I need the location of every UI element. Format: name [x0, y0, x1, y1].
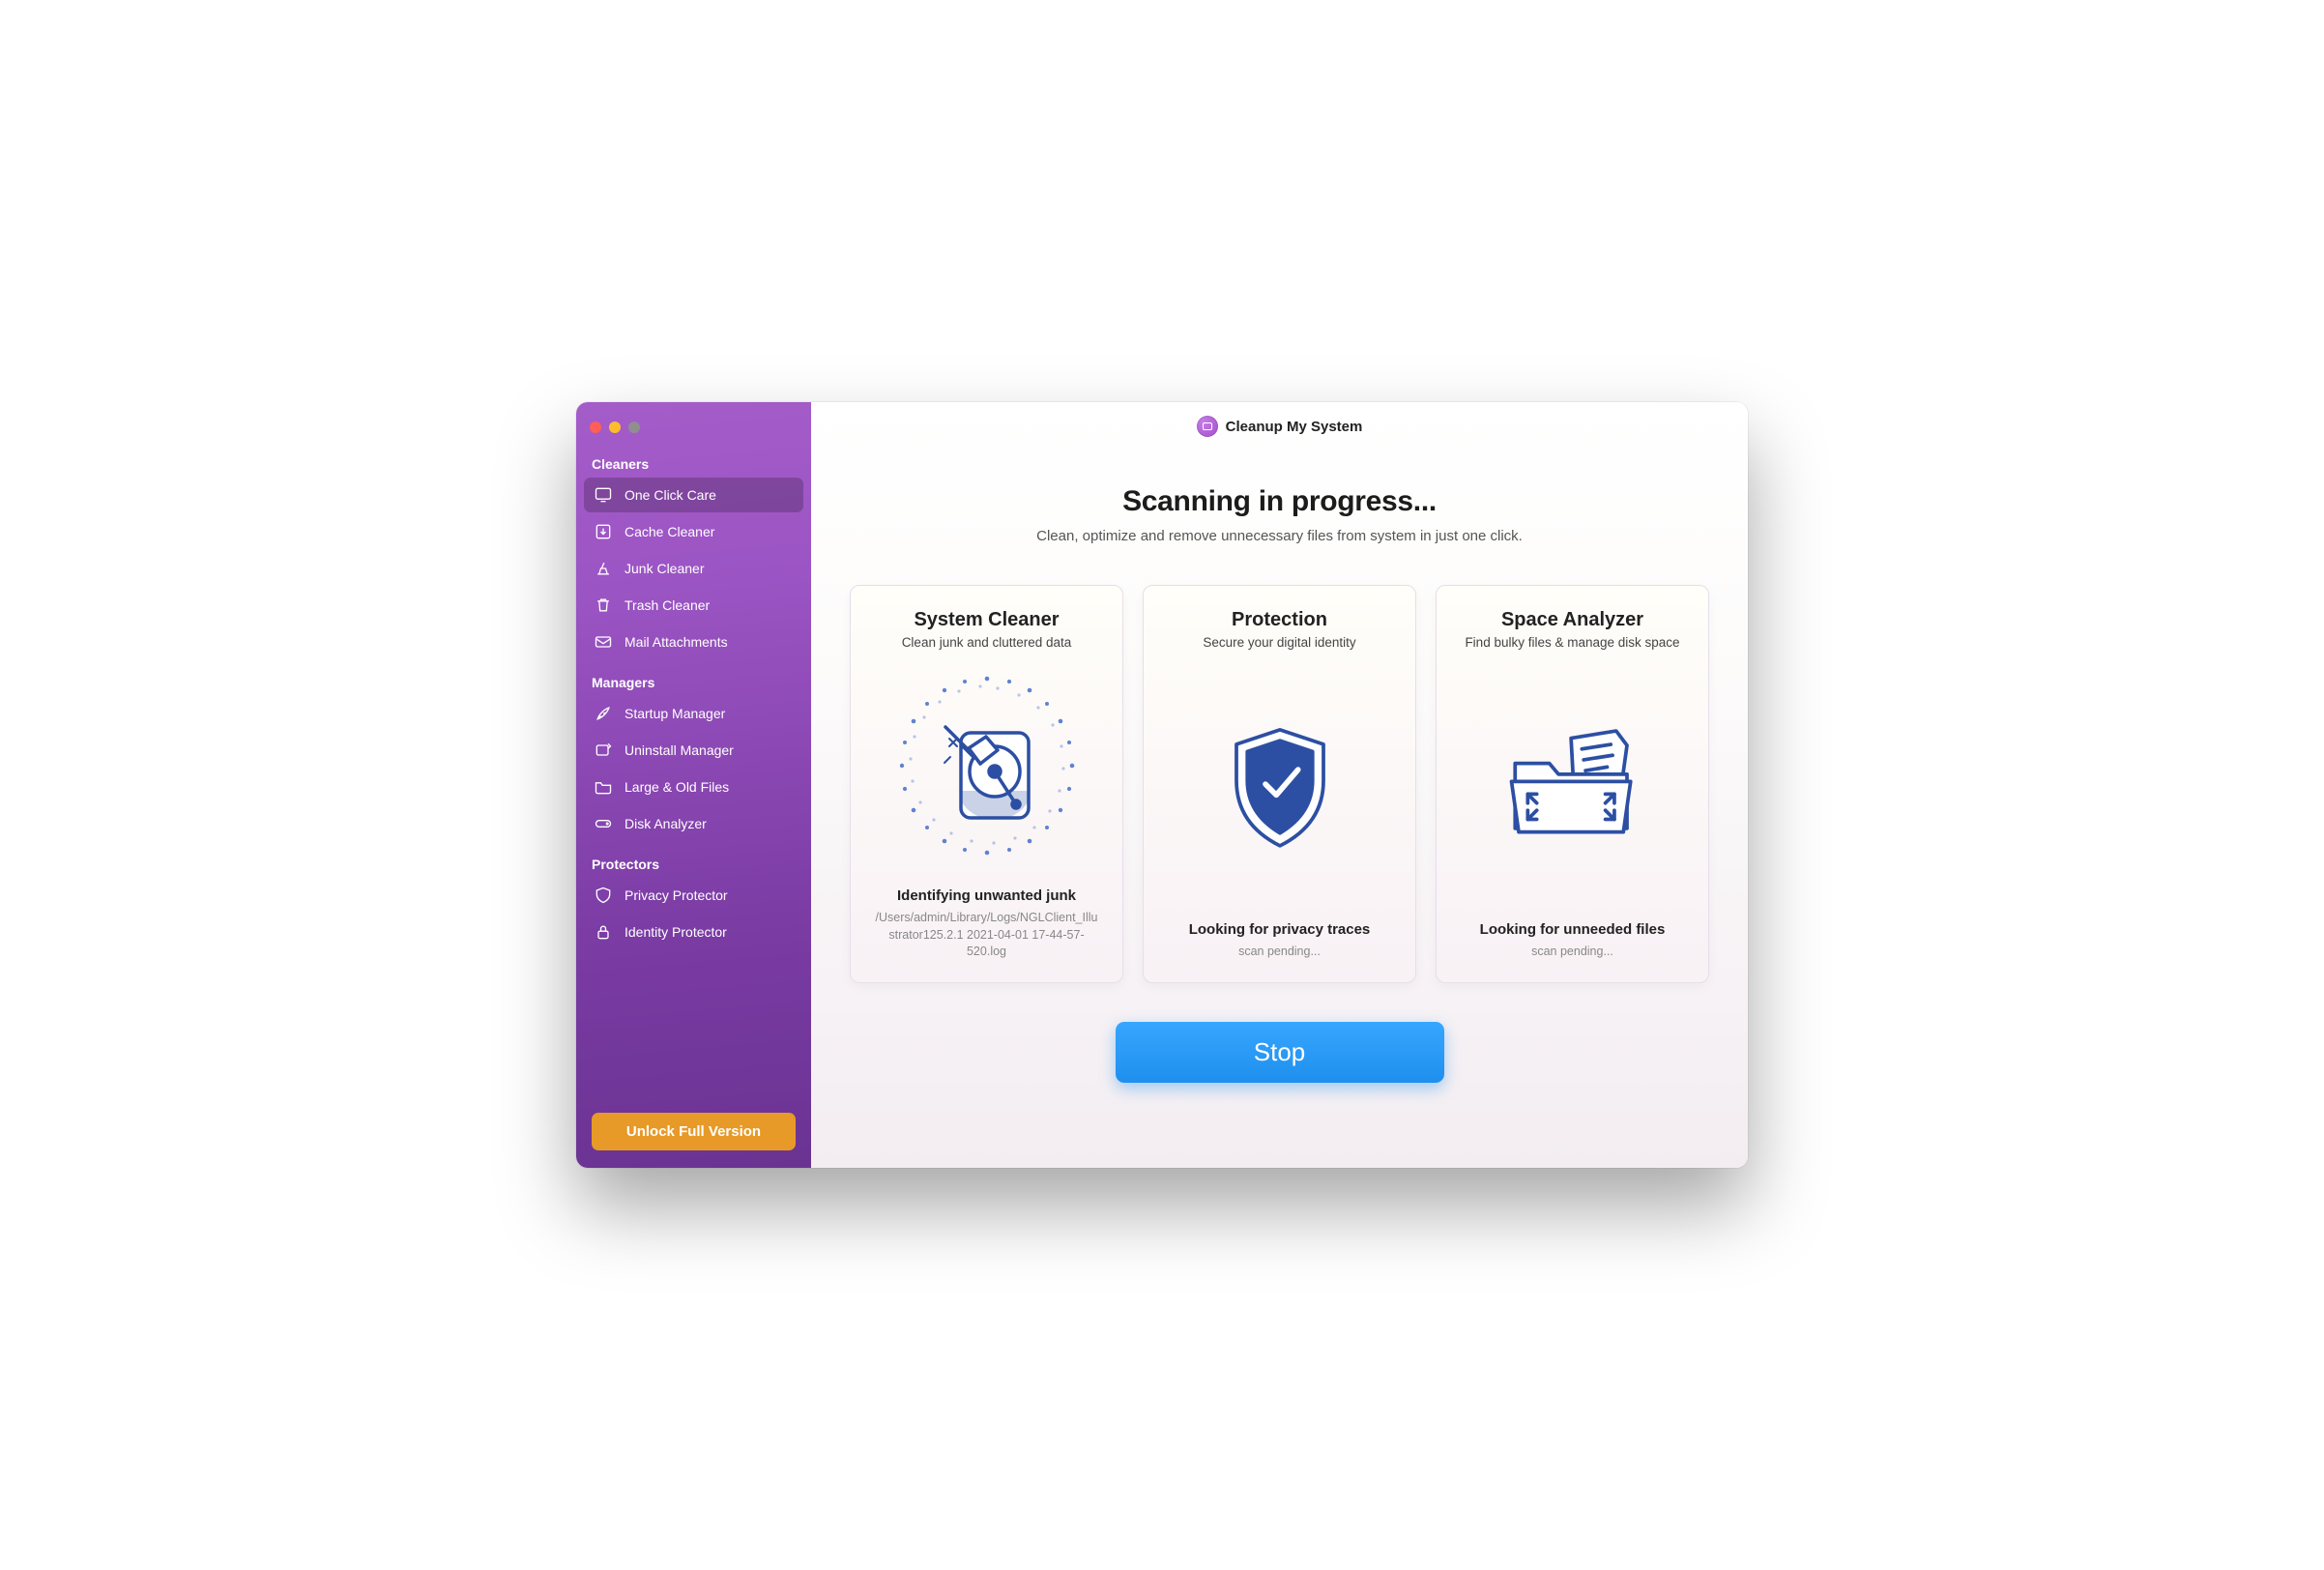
- fullscreen-window-button[interactable]: [628, 422, 640, 433]
- card-status: Looking for privacy traces: [1189, 921, 1371, 938]
- monitor-icon: [594, 485, 613, 505]
- page-title: Scanning in progress...: [850, 485, 1709, 518]
- card-title: System Cleaner: [914, 609, 1059, 631]
- card-detail: scan pending...: [1525, 944, 1619, 961]
- sidebar-item-junk-cleaner[interactable]: Junk Cleaner: [584, 551, 803, 586]
- sidebar-section-title: Managers: [576, 661, 811, 696]
- disk-icon: [594, 814, 613, 833]
- card-title: Protection: [1232, 609, 1327, 631]
- sidebar-item-cache-cleaner[interactable]: Cache Cleaner: [584, 514, 803, 549]
- action-row: Stop: [811, 993, 1748, 1118]
- sidebar-list-managers: Startup Manager Uninstall Manager Large …: [576, 696, 811, 843]
- sidebar-item-label: Junk Cleaner: [625, 561, 705, 576]
- minimize-window-button[interactable]: [609, 422, 621, 433]
- sidebar-item-label: Identity Protector: [625, 924, 727, 940]
- card-space-analyzer: Space Analyzer Find bulky files & manage…: [1436, 585, 1709, 983]
- stop-button[interactable]: Stop: [1116, 1022, 1444, 1083]
- sidebar-item-startup-manager[interactable]: Startup Manager: [584, 696, 803, 731]
- sidebar: Cleaners One Click Care Cache Cleaner Ju…: [576, 402, 811, 1168]
- main-panel: Cleanup My System Scanning in progress..…: [811, 402, 1748, 1168]
- close-window-button[interactable]: [590, 422, 601, 433]
- sidebar-item-disk-analyzer[interactable]: Disk Analyzer: [584, 806, 803, 841]
- shield-icon: [594, 886, 613, 905]
- sidebar-item-label: Disk Analyzer: [625, 816, 707, 831]
- app-window: Cleaners One Click Care Cache Cleaner Ju…: [576, 402, 1748, 1168]
- uninstall-icon: [594, 741, 613, 760]
- trash-icon: [594, 596, 613, 615]
- mail-icon: [594, 632, 613, 652]
- sidebar-item-label: Trash Cleaner: [625, 597, 710, 613]
- app-title: Cleanup My System: [1226, 419, 1363, 435]
- card-detail: scan pending...: [1233, 944, 1326, 961]
- sidebar-section-title: Cleaners: [576, 443, 811, 478]
- download-box-icon: [594, 522, 613, 541]
- app-icon: [1197, 416, 1218, 437]
- card-title: Space Analyzer: [1501, 609, 1643, 631]
- sidebar-item-trash-cleaner[interactable]: Trash Cleaner: [584, 588, 803, 623]
- folder-expand-icon: [1454, 650, 1691, 921]
- disk-broom-icon: [868, 650, 1105, 887]
- sidebar-list-protectors: Privacy Protector Identity Protector: [576, 878, 811, 951]
- hero: Scanning in progress... Clean, optimize …: [811, 451, 1748, 556]
- sidebar-item-mail-attachments[interactable]: Mail Attachments: [584, 625, 803, 659]
- titlebar: Cleanup My System: [811, 402, 1748, 451]
- card-system-cleaner: System Cleaner Clean junk and cluttered …: [850, 585, 1123, 983]
- card-detail: /Users/admin/Library/Logs/NGLClient_Illu…: [868, 910, 1105, 961]
- sidebar-item-label: Uninstall Manager: [625, 742, 734, 758]
- shield-check-icon: [1161, 650, 1398, 921]
- window-controls: [576, 410, 811, 443]
- sidebar-item-label: Large & Old Files: [625, 779, 729, 795]
- card-subtitle: Secure your digital identity: [1203, 635, 1355, 650]
- sidebar-item-label: Privacy Protector: [625, 887, 728, 903]
- page-subtitle: Clean, optimize and remove unnecessary f…: [850, 528, 1709, 544]
- sidebar-list-cleaners: One Click Care Cache Cleaner Junk Cleane…: [576, 478, 811, 661]
- sidebar-item-uninstall-manager[interactable]: Uninstall Manager: [584, 733, 803, 768]
- sidebar-item-identity-protector[interactable]: Identity Protector: [584, 915, 803, 949]
- sidebar-item-label: Startup Manager: [625, 706, 725, 721]
- unlock-full-version-button[interactable]: Unlock Full Version: [592, 1113, 796, 1150]
- sidebar-item-large-old-files[interactable]: Large & Old Files: [584, 770, 803, 804]
- card-subtitle: Find bulky files & manage disk space: [1465, 635, 1679, 650]
- cards-row: System Cleaner Clean junk and cluttered …: [811, 556, 1748, 993]
- card-protection: Protection Secure your digital identity …: [1143, 585, 1416, 983]
- sidebar-item-label: Cache Cleaner: [625, 524, 714, 539]
- lock-icon: [594, 922, 613, 942]
- sidebar-item-label: One Click Care: [625, 487, 716, 503]
- sidebar-item-privacy-protector[interactable]: Privacy Protector: [584, 878, 803, 913]
- broom-icon: [594, 559, 613, 578]
- card-subtitle: Clean junk and cluttered data: [902, 635, 1072, 650]
- rocket-icon: [594, 704, 613, 723]
- folder-icon: [594, 777, 613, 797]
- sidebar-item-one-click-care[interactable]: One Click Care: [584, 478, 803, 512]
- card-status: Looking for unneeded files: [1480, 921, 1666, 938]
- sidebar-section-title: Protectors: [576, 843, 811, 878]
- sidebar-item-label: Mail Attachments: [625, 634, 728, 650]
- card-status: Identifying unwanted junk: [897, 887, 1076, 904]
